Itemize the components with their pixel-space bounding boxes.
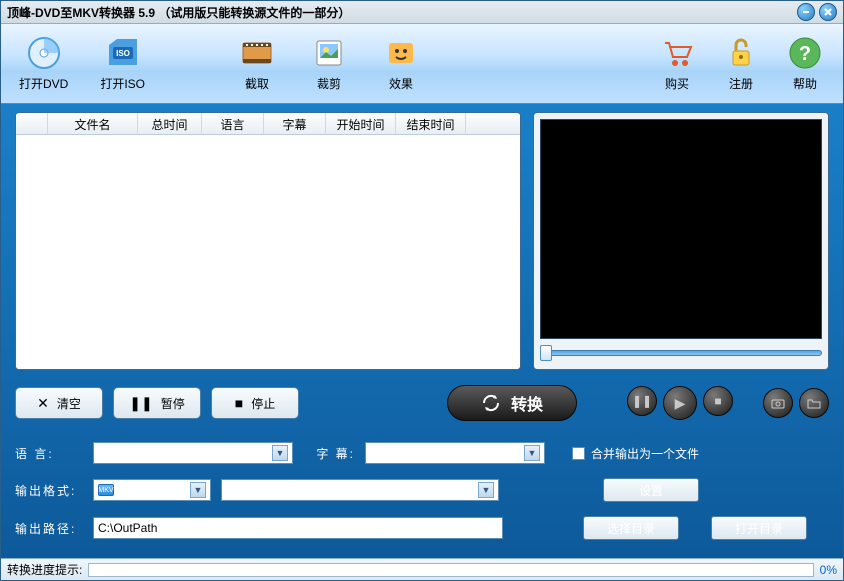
pause-icon: ❚❚ xyxy=(129,395,152,412)
settings-button[interactable]: 设置 xyxy=(603,478,699,502)
unlock-icon xyxy=(721,35,761,71)
effect-label: 效果 xyxy=(389,75,413,92)
progress-percent: 0% xyxy=(820,563,837,577)
convert-button[interactable]: 转换 xyxy=(447,385,577,421)
preview-panel xyxy=(533,112,829,370)
cart-icon xyxy=(657,35,697,71)
video-preview[interactable] xyxy=(540,119,822,339)
clear-button[interactable]: ✕清空 xyxy=(15,387,103,419)
buy-button[interactable]: 购买 xyxy=(657,35,697,92)
convert-icon xyxy=(481,393,501,413)
list-header: 文件名 总时间 语言 字幕 开始时间 结束时间 xyxy=(16,113,520,135)
help-icon: ? xyxy=(785,35,825,71)
out-path-label: 输出路径: xyxy=(15,520,83,537)
pause-button[interactable]: ❚❚暂停 xyxy=(113,387,201,419)
col-subtitle[interactable]: 字幕 xyxy=(264,113,326,134)
out-format-label: 输出格式: xyxy=(15,482,83,499)
slider-thumb[interactable] xyxy=(540,345,552,361)
open-dir-button[interactable]: 打开目录 xyxy=(711,516,807,540)
media-play-button[interactable]: ▶ xyxy=(663,386,697,420)
open-folder-button[interactable] xyxy=(799,388,829,418)
seek-slider[interactable] xyxy=(540,343,822,363)
language-label: 语 言: xyxy=(15,445,83,462)
col-start-time[interactable]: 开始时间 xyxy=(326,113,396,134)
crop-icon xyxy=(309,35,349,71)
open-iso-label: 打开ISO xyxy=(100,75,145,92)
out-path-input[interactable] xyxy=(93,517,503,539)
effect-button[interactable]: 效果 xyxy=(381,35,421,92)
list-body[interactable] xyxy=(16,135,520,369)
file-list-panel: 文件名 总时间 语言 字幕 开始时间 结束时间 xyxy=(15,112,521,370)
window-title: 顶峰-DVD至MKV转换器 5.9 （试用版只能转换源文件的一部分） xyxy=(7,4,797,21)
x-icon: ✕ xyxy=(37,395,49,412)
codec-select[interactable]: H.264+AAC 视频 (*.mkv)▼ xyxy=(221,479,499,501)
crop-button[interactable]: 裁剪 xyxy=(309,35,349,92)
stop-icon: ■ xyxy=(235,395,243,411)
titlebar: 顶峰-DVD至MKV转换器 5.9 （试用版只能转换源文件的一部分） xyxy=(1,1,843,24)
col-filename[interactable]: 文件名 xyxy=(48,113,138,134)
subtitle-label: 字 幕: xyxy=(303,445,355,462)
media-pause-button[interactable]: ❚❚ xyxy=(627,386,657,416)
statusbar: 转换进度提示: 0% xyxy=(1,558,843,580)
out-format-select[interactable]: MKVMKV视频▼ xyxy=(93,479,211,501)
status-label: 转换进度提示: xyxy=(7,561,82,578)
progress-bar xyxy=(88,563,813,577)
open-dvd-label: 打开DVD xyxy=(19,75,68,92)
register-label: 注册 xyxy=(729,75,753,92)
col-end-time[interactable]: 结束时间 xyxy=(396,113,466,134)
dvd-icon xyxy=(24,35,64,71)
open-dvd-button[interactable]: 打开DVD xyxy=(19,35,68,92)
stop-button[interactable]: ■停止 xyxy=(211,387,299,419)
capture-icon xyxy=(237,35,277,71)
crop-label: 裁剪 xyxy=(317,75,341,92)
open-iso-button[interactable]: ISO 打开ISO xyxy=(100,35,145,92)
language-select[interactable]: ▼ xyxy=(93,442,293,464)
chevron-down-icon: ▼ xyxy=(190,482,206,498)
col-total-time[interactable]: 总时间 xyxy=(138,113,202,134)
media-stop-button[interactable]: ■ xyxy=(703,386,733,416)
snapshot-button[interactable] xyxy=(763,388,793,418)
capture-label: 截取 xyxy=(245,75,269,92)
col-checkbox[interactable] xyxy=(16,113,48,134)
svg-text:?: ? xyxy=(799,43,811,65)
iso-icon: ISO xyxy=(103,35,143,71)
chevron-down-icon: ▼ xyxy=(478,482,494,498)
subtitle-select[interactable]: ▼ xyxy=(365,442,545,464)
chevron-down-icon: ▼ xyxy=(524,445,540,461)
toolbar: 打开DVD ISO 打开ISO 截取 裁剪 效果 购买 注册 ? 帮助 xyxy=(1,24,843,104)
capture-button[interactable]: 截取 xyxy=(237,35,277,92)
effect-icon xyxy=(381,35,421,71)
svg-text:ISO: ISO xyxy=(116,49,130,58)
merge-checkbox[interactable]: 合并输出为一个文件 xyxy=(572,445,699,462)
help-label: 帮助 xyxy=(793,75,817,92)
buy-label: 购买 xyxy=(665,75,689,92)
chevron-down-icon: ▼ xyxy=(272,445,288,461)
close-button[interactable] xyxy=(819,3,837,21)
register-button[interactable]: 注册 xyxy=(721,35,761,92)
help-button[interactable]: ? 帮助 xyxy=(785,35,825,92)
choose-dir-button[interactable]: 选择目录 xyxy=(583,516,679,540)
minimize-button[interactable] xyxy=(797,3,815,21)
col-language[interactable]: 语言 xyxy=(202,113,264,134)
